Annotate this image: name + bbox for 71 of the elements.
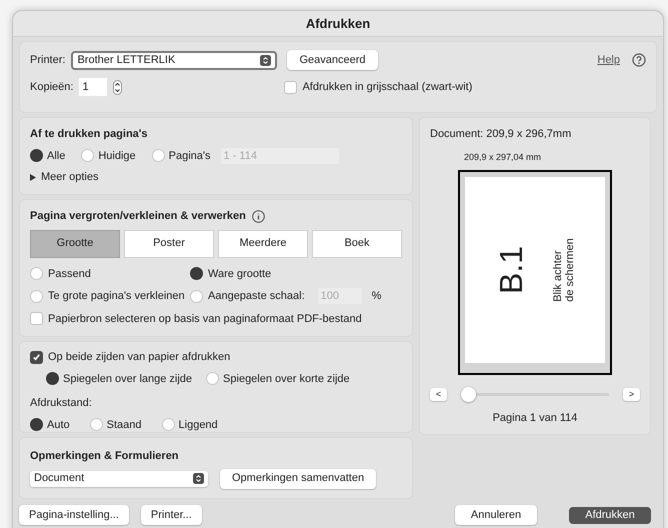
annotations-select[interactable]: Document — [30, 470, 208, 486]
page-counter: Pagina 1 van 114 — [492, 410, 578, 426]
option-label: Afdrukken in grijsschaal (zwart-wit) — [302, 80, 472, 95]
option-label: Liggend — [178, 418, 218, 432]
previous-page-button[interactable]: < — [430, 388, 447, 400]
option-label: Huidige — [98, 148, 136, 164]
radio-button[interactable] — [30, 267, 43, 280]
info-icon[interactable] — [252, 210, 265, 223]
checkbox[interactable] — [30, 312, 43, 326]
option-label: Te grote pagina's verkleinen — [48, 289, 185, 304]
radio-button[interactable] — [90, 418, 103, 432]
printer-label: Printer: — [30, 52, 66, 68]
stepper-icon[interactable] — [113, 80, 122, 94]
chevron-updown-icon — [260, 54, 272, 66]
document-size: Document: 209,9 x 296,7mm — [430, 127, 572, 142]
mode-tab[interactable]: Boek — [312, 230, 402, 258]
footer-button[interactable]: Printer... — [140, 505, 202, 525]
option-label: Spiegelen over lange zijde — [63, 372, 192, 386]
copies-field[interactable]: 1 — [79, 78, 108, 96]
checkmark-icon — [32, 352, 41, 362]
radio-button[interactable] — [81, 149, 94, 162]
option-label: Papierbron selecteren op basis van paginaformaat PDF-bestand — [48, 312, 362, 326]
disclosure-icon[interactable] — [30, 174, 36, 181]
mode-tab[interactable]: Meerdere — [218, 230, 308, 258]
checkbox[interactable] — [30, 350, 43, 364]
mode-tab[interactable]: Poster — [124, 230, 214, 258]
checkbox[interactable] — [284, 80, 298, 94]
radio-button[interactable] — [152, 149, 165, 162]
page-slider[interactable] — [461, 386, 609, 402]
radio-button[interactable] — [30, 418, 43, 432]
radio-button[interactable] — [162, 418, 175, 432]
option-label: Aangepaste schaal: — [208, 289, 305, 304]
scale-field[interactable]: 100 — [318, 288, 362, 304]
radio-button[interactable] — [30, 149, 43, 162]
option-label: Staand — [106, 418, 142, 432]
option-label: Auto — [47, 418, 70, 432]
option-label: Ware grootte — [208, 266, 272, 282]
copies-label: Kopieën: — [30, 80, 74, 95]
radio-button[interactable] — [46, 372, 59, 386]
print-button[interactable]: Afdrukken — [569, 506, 651, 524]
option-label: Spiegelen over korte zijde — [223, 372, 350, 386]
radio-button[interactable] — [190, 290, 203, 303]
footer-button[interactable]: Pagina-instelling... — [19, 505, 129, 525]
advanced-button[interactable]: Geavanceerd — [287, 50, 378, 70]
chevron-updown-icon — [193, 473, 204, 484]
summarize-button[interactable]: Opmerkingen samenvatten — [220, 468, 376, 488]
page-size: 209,9 x 297,04 mm — [464, 150, 542, 164]
option-label: Op beide zijden van papier afdrukken — [48, 350, 230, 365]
section-title: Pagina vergroten/verkleinen & verwerken — [30, 209, 246, 224]
radio-button[interactable] — [190, 267, 203, 280]
mode-tab[interactable]: Grootte — [30, 230, 120, 258]
section-title: Opmerkingen & Formulieren — [30, 449, 180, 464]
page-range-field[interactable]: 1 - 114 — [220, 148, 339, 164]
window-title: Afdrukken — [306, 14, 370, 33]
percent-label: % — [372, 289, 382, 304]
option-label: Alle — [47, 148, 66, 164]
page-heading: B.1 — [492, 246, 530, 294]
section-title: Af te drukken pagina's — [30, 127, 149, 142]
page-caption: Blik achter de schermen — [552, 238, 576, 302]
printer-select[interactable]: Brother LETTERLIK — [71, 50, 278, 70]
help-icon[interactable] — [632, 53, 646, 67]
radio-button[interactable] — [30, 290, 43, 303]
slider-thumb[interactable] — [461, 386, 476, 402]
radio-button[interactable] — [206, 372, 220, 386]
option-label: Pagina's — [168, 148, 211, 164]
more-options-toggle[interactable]: Meer opties — [41, 169, 98, 186]
option-label: Passend — [48, 266, 91, 282]
help-link[interactable]: Help — [597, 52, 620, 68]
next-page-button[interactable]: > — [623, 388, 640, 400]
cancel-button[interactable]: Annuleren — [455, 505, 537, 525]
orientation-label: Afdrukstand: — [30, 396, 93, 411]
